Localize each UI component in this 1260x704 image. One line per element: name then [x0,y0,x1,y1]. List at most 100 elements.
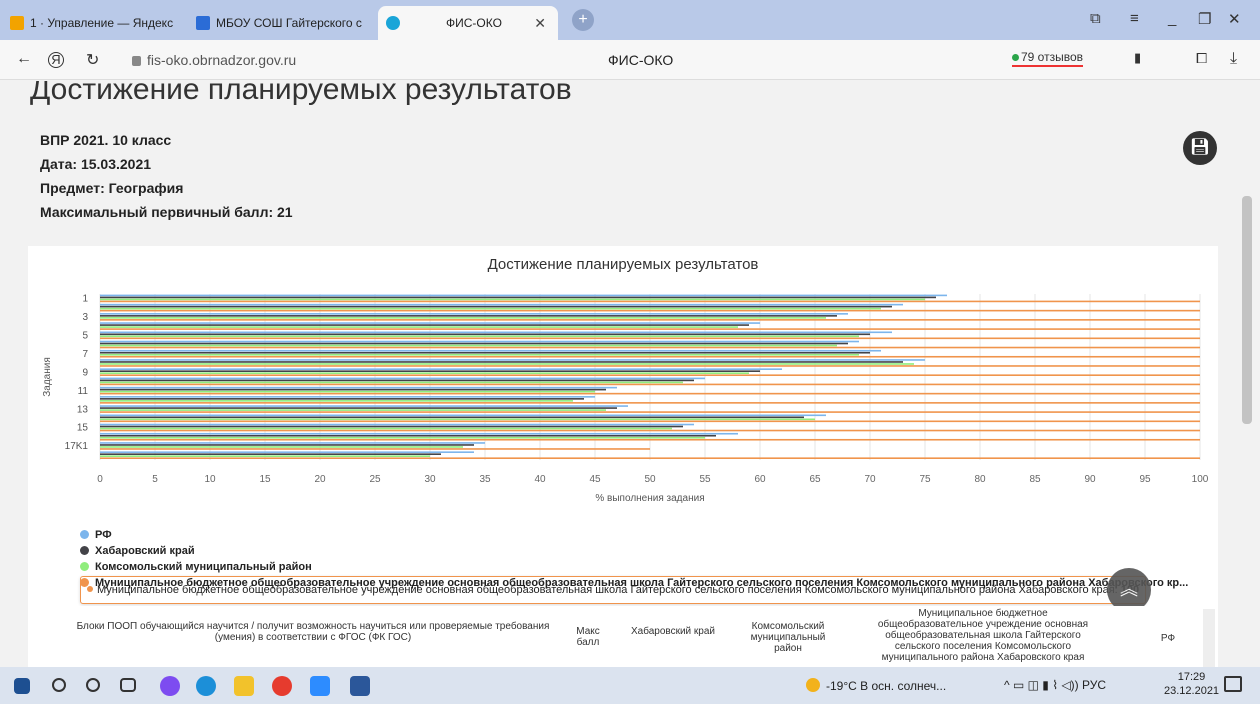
tab-yandex-mail[interactable]: 1 · Управление — Яндекс [10,6,182,40]
bar [100,372,749,374]
bar [100,383,1200,386]
bar [100,407,617,409]
clock[interactable]: 17:29 23.12.2021 [1164,670,1219,698]
file-explorer-icon[interactable] [234,676,254,696]
cortana-icon[interactable] [86,678,100,692]
yandex-icon[interactable]: Я [48,52,64,68]
y-tick-label: 5 [82,331,88,342]
bar [100,425,683,428]
y-tick-label: 1 [82,294,88,305]
page-scrollbar-thumb[interactable] [1242,196,1252,424]
bar [100,377,705,380]
yandex-browser-icon[interactable] [272,676,292,696]
y-tick-label: 17K1 [65,441,89,452]
bar [100,340,859,343]
bar [100,379,694,382]
task-view-icon[interactable] [120,678,136,692]
taskbar: -19°C В осн. солнеч... ^ ▭ ◫ ▮ ⌇ ◁)) РУС… [0,667,1260,704]
bar [100,423,694,426]
bar [100,448,650,450]
download-icon[interactable]: ⤓ [1230,50,1237,68]
x-tick-label: 30 [424,474,436,485]
zoom-icon[interactable] [310,676,330,696]
back-icon[interactable]: ← [16,50,32,68]
bar [100,414,826,417]
bar [100,418,815,421]
x-tick-label: 80 [974,474,986,485]
word-icon[interactable] [350,676,370,696]
close-window-icon[interactable]: ✕ [1228,10,1241,28]
restore-icon[interactable]: ❐ [1198,10,1211,28]
system-tray[interactable]: ^ ▭ ◫ ▮ ⌇ ◁)) РУС [1004,678,1106,692]
bar [100,349,881,352]
bar [100,368,782,370]
bar [100,324,749,326]
bar [100,427,672,430]
notifications-icon[interactable] [1224,676,1242,692]
x-tick-label: 40 [534,474,546,485]
bar [100,294,947,297]
tab-label: 1 · Управление — Яндекс [30,16,174,30]
legend-item-rf[interactable]: РФ [80,529,112,541]
x-tick-label: 20 [314,474,326,485]
alice-icon[interactable] [160,676,180,696]
chart-card: Достижение планируемых результатов 0 5 10 1… [28,246,1218,667]
bar [100,405,628,407]
th-rf: РФ [1160,633,1176,644]
legend-item-komsomolsk[interactable]: Комсомольский муниципальный район [80,561,312,573]
x-tick-label: 95 [1139,474,1151,485]
url-field[interactable]: fis-oko.obrnadzor.gov.ru [132,52,296,68]
bar [100,307,881,310]
double-chevron-up-icon: ︽ [1120,579,1138,599]
tab-school-mail[interactable]: МБОУ СОШ Гайтерского с [196,6,372,40]
bar [100,432,738,435]
x-tick-label: 0 [97,474,103,485]
bar [100,386,617,389]
x-tick-label: 70 [864,474,876,485]
meta-max-score: Максимальный первичный балл: 21 [40,204,293,220]
reviews-badge[interactable]: 79 отзывов [1012,50,1084,67]
bar [100,326,738,328]
edge-icon[interactable] [196,676,216,696]
bar [100,370,760,372]
bar [100,398,584,400]
tab-fis-oko[interactable]: ФИС-ОКО ✕ [378,6,558,40]
close-tab-icon[interactable]: ✕ [534,15,546,32]
menu-icon[interactable]: ≡ [1130,10,1139,27]
mail-icon [196,16,210,30]
reload-icon[interactable]: ↻ [86,50,99,70]
save-button[interactable]: 💾︎ [1183,131,1217,165]
sun-icon [806,678,820,692]
fis-oko-favicon-icon [386,16,400,30]
legend-item-school[interactable]: Муниципальное бюджетное общеобразователь… [80,577,1188,589]
bar [100,309,1200,312]
weather-widget[interactable]: -19°C В осн. солнеч... [806,678,946,693]
search-icon[interactable] [52,678,66,692]
y-tick-label: 13 [77,404,89,415]
bar [100,359,925,361]
x-tick-label: 35 [479,474,491,485]
x-tick-label: 55 [699,474,711,485]
meta-date: Дата: 15.03.2021 [40,156,152,172]
bar [100,346,1200,349]
new-tab-button[interactable]: + [572,9,594,31]
bar [100,438,1200,441]
windows-start-icon[interactable] [14,678,30,694]
table-scrollbar[interactable] [1203,609,1215,667]
bar [100,355,1200,358]
bar [100,305,892,308]
th-khabarovsk: Хабаровский край [630,626,716,637]
bar [100,411,1200,413]
x-tick-label: 90 [1084,474,1096,485]
legend-dot-icon [80,562,89,571]
page-heading: Достижение планируемых результатов [30,81,572,106]
bookmarks-icon[interactable]: ⧉ [1090,10,1101,27]
minimize-icon[interactable]: _ [1168,10,1176,27]
bar [100,342,848,345]
bar [100,319,1200,321]
bar [100,363,914,365]
legend-item-khabarovsk[interactable]: Хабаровский край [80,545,195,557]
bookmark-icon[interactable]: ▮ [1134,50,1141,66]
x-tick-label: 75 [919,474,931,485]
extensions-icon[interactable]: ⧠ [1196,50,1207,67]
